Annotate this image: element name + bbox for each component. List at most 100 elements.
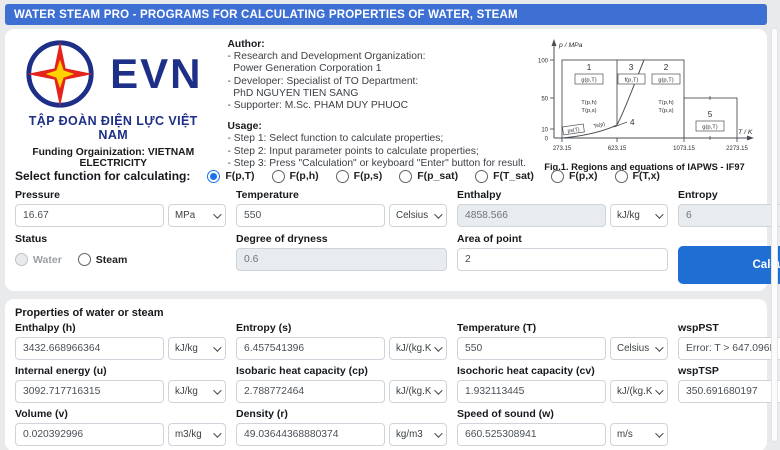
app-window: WATER STEAM PRO - PROGRAMS FOR CALCULATI…	[0, 0, 780, 450]
enthalpy-unit-select[interactable]: kJ/kg	[610, 204, 668, 227]
cv-value-input[interactable]	[457, 380, 606, 403]
volume-v-value-input[interactable]	[15, 423, 164, 446]
svg-text:2273.15: 2273.15	[726, 146, 748, 152]
area-of-point-label: Area of point	[457, 234, 668, 245]
temperature-field: Temperature Celsius	[236, 190, 447, 227]
radio-button-icon	[615, 170, 628, 183]
svg-text:2: 2	[664, 63, 669, 72]
chevron-down-icon	[213, 343, 221, 351]
svg-text:p / MPa: p / MPa	[558, 42, 583, 49]
svg-text:T(p,h): T(p,h)	[581, 100, 597, 106]
svg-text:g(p,T): g(p,T)	[702, 125, 718, 131]
scrollbar-thumb[interactable]	[771, 28, 778, 442]
pressure-field: Pressure MPa	[15, 190, 226, 227]
temperature-input[interactable]	[236, 204, 385, 227]
svg-text:T / K: T / K	[738, 129, 753, 136]
speed-of-sound-w-unit-select[interactable]: m/s	[610, 423, 668, 446]
author-line: PhD NGUYEN TIEN SANG	[228, 88, 527, 100]
radio-status-water[interactable]: Water	[15, 253, 62, 266]
author-line: - Research and Development Organization:	[228, 51, 527, 63]
svg-text:f(p,T): f(p,T)	[625, 78, 639, 84]
results-heading: Properties of water or steam	[15, 307, 757, 319]
enthalpy-h-value-input[interactable]	[15, 337, 164, 360]
evn-star-logo-icon	[24, 38, 96, 110]
iapws-if97-diagram: p / MPa T / K 100 50 10 0 273.15	[532, 38, 757, 156]
radio-button-icon	[207, 170, 220, 183]
iapws-regions-figure: p / MPa T / K 100 50 10 0 273.15	[532, 36, 757, 164]
result-isobaric-heat-capacity-cp: Isobaric heat capacity (cp) kJ/(kg.K)	[236, 366, 447, 403]
empty-grid-cell	[678, 409, 780, 446]
chevron-down-icon	[655, 343, 663, 351]
temperature-t-unit-select[interactable]: Celsius	[610, 337, 668, 360]
calculation-button[interactable]: Calculation	[678, 246, 780, 284]
cp-unit-select[interactable]: kJ/(kg.K)	[389, 380, 447, 403]
usage-line: - Step 3: Press "Calculation" or keyboar…	[228, 158, 527, 170]
radio-status-steam[interactable]: Steam	[78, 253, 128, 266]
entropy-field: Entropy kJ/(kg.K)	[678, 190, 780, 227]
radio-button-icon	[336, 170, 349, 183]
temperature-unit-select[interactable]: Celsius	[389, 204, 447, 227]
radio-f-ps[interactable]: F(p,s)	[336, 170, 383, 183]
chevron-down-icon	[434, 429, 442, 437]
density-r-value-input[interactable]	[236, 423, 385, 446]
radio-f-psat[interactable]: F(p_sat)	[399, 170, 458, 183]
enthalpy-field: Enthalpy kJ/kg	[457, 190, 668, 227]
temperature-t-value-input[interactable]	[457, 337, 606, 360]
function-selector-label: Select function for calculating:	[15, 169, 190, 183]
radio-f-px[interactable]: F(p,x)	[551, 170, 598, 183]
radio-f-tx[interactable]: F(T,x)	[615, 170, 660, 183]
wsppst-value-input[interactable]	[678, 337, 780, 360]
cv-unit-select[interactable]: kJ/(kg.K)	[610, 380, 668, 403]
degree-of-dryness-label: Degree of dryness	[236, 234, 447, 245]
svg-text:10: 10	[541, 128, 548, 134]
top-info-section: EVN TẬP ĐOÀN ĐIỆN LỰC VIỆT NAM Funding O…	[15, 36, 757, 164]
enthalpy-input	[457, 204, 606, 227]
svg-text:4: 4	[630, 118, 635, 127]
entropy-s-unit-select[interactable]: kJ/(kg.K)	[389, 337, 447, 360]
svg-text:g(p,T): g(p,T)	[581, 78, 597, 84]
area-of-point-field: Area of point	[457, 234, 668, 284]
unit-label: Celsius	[396, 210, 428, 221]
entropy-label: Entropy	[678, 190, 780, 201]
chevron-down-icon	[434, 210, 442, 218]
radio-button-icon	[78, 253, 91, 266]
density-r-unit-select[interactable]: kg/m3	[389, 423, 447, 446]
evn-branding: EVN TẬP ĐOÀN ĐIỆN LỰC VIỆT NAM Funding O…	[15, 36, 212, 164]
chevron-down-icon	[213, 429, 221, 437]
radio-f-ph[interactable]: F(p,h)	[272, 170, 319, 183]
volume-v-unit-select[interactable]: m3/kg	[168, 423, 226, 446]
entropy-s-value-input[interactable]	[236, 337, 385, 360]
chevron-down-icon	[213, 210, 221, 218]
area-of-point-input[interactable]	[457, 248, 668, 271]
chevron-down-icon	[213, 386, 221, 394]
svg-text:T(p,s): T(p,s)	[581, 108, 596, 114]
internal-energy-u-unit-select[interactable]: kJ/kg	[168, 380, 226, 403]
status-field: Status Water Steam	[15, 234, 226, 284]
chevron-down-icon	[434, 343, 442, 351]
enthalpy-h-unit-select[interactable]: kJ/kg	[168, 337, 226, 360]
wsptsp-value-input[interactable]	[678, 380, 780, 403]
usage-heading: Usage:	[228, 121, 527, 133]
entropy-input	[678, 204, 780, 227]
degree-of-dryness-field: Degree of dryness	[236, 234, 447, 284]
svg-text:ps(T): ps(T)	[567, 127, 580, 135]
function-selector: Select function for calculating: F(p,T) …	[15, 168, 757, 184]
app-title-bar: WATER STEAM PRO - PROGRAMS FOR CALCULATI…	[5, 4, 767, 25]
radio-button-icon	[15, 253, 28, 266]
internal-energy-u-value-input[interactable]	[15, 380, 164, 403]
pressure-unit-select[interactable]: MPa	[168, 204, 226, 227]
radio-button-icon	[272, 170, 285, 183]
org-name-vietnamese: TẬP ĐOÀN ĐIỆN LỰC VIỆT NAM	[15, 114, 212, 142]
unit-label: MPa	[175, 210, 195, 221]
radio-f-tsat[interactable]: F(T_sat)	[475, 170, 534, 183]
radio-button-icon	[475, 170, 488, 183]
temperature-label: Temperature	[236, 190, 447, 201]
cp-value-input[interactable]	[236, 380, 385, 403]
status-label: Status	[15, 234, 226, 245]
result-temperature-t: Temperature (T) Celsius	[457, 323, 668, 360]
calculation-field: Calculation	[678, 234, 780, 284]
radio-f-pt[interactable]: F(p,T)	[207, 170, 254, 183]
input-panel: EVN TẬP ĐOÀN ĐIỆN LỰC VIỆT NAM Funding O…	[5, 29, 767, 291]
pressure-input[interactable]	[15, 204, 164, 227]
speed-of-sound-w-value-input[interactable]	[457, 423, 606, 446]
